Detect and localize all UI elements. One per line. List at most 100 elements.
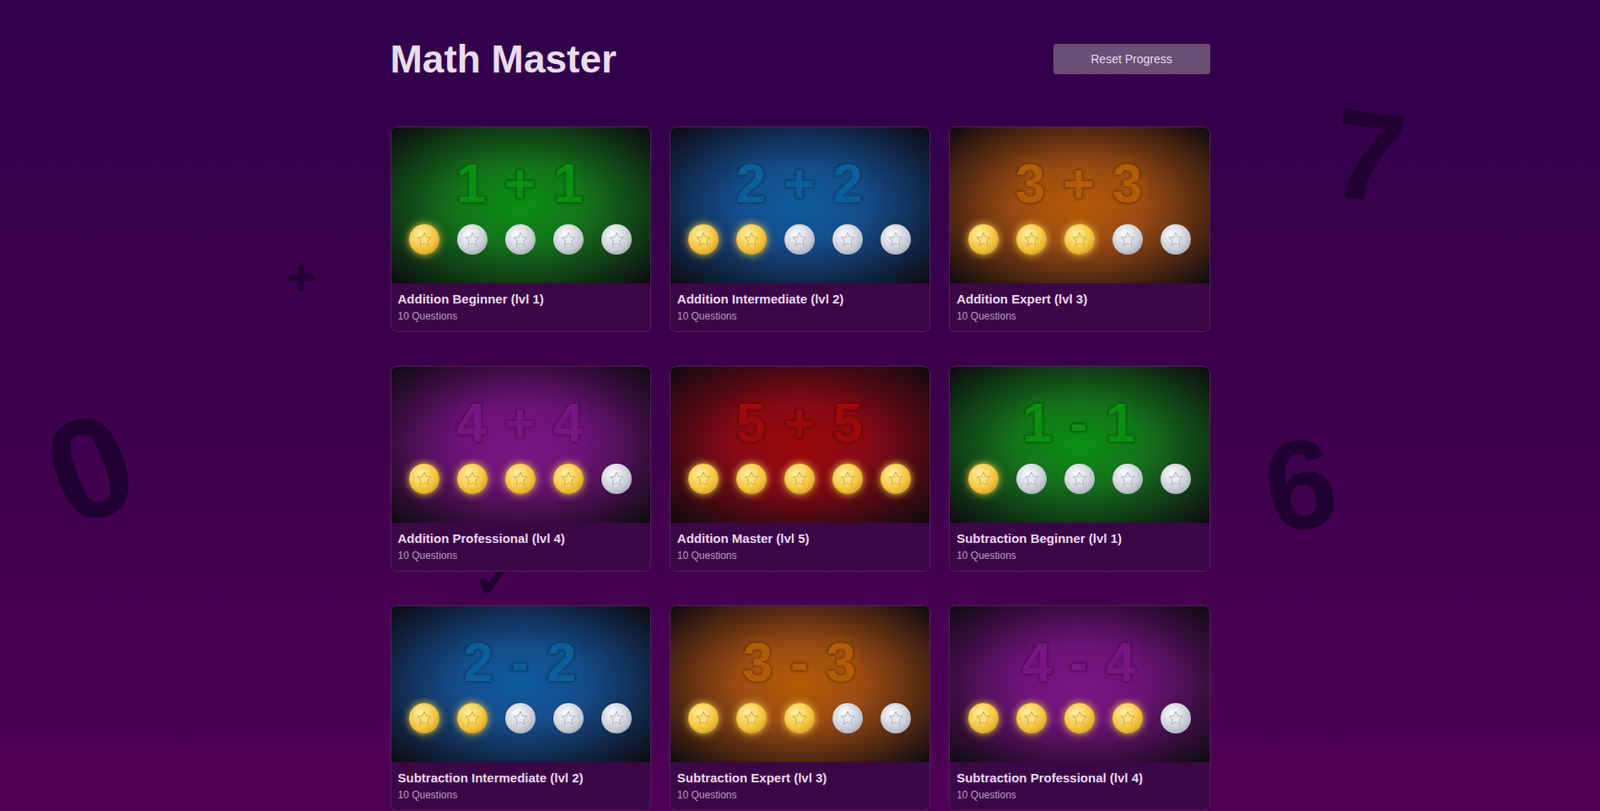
star-rating [688, 463, 911, 495]
level-expression: 3 - 3 [742, 635, 857, 690]
level-card[interactable]: 1 - 1Subtraction Beginner (lvl 1)10 Ques… [948, 366, 1210, 572]
level-preview: 2 - 2 [391, 606, 651, 763]
star-icon [975, 231, 992, 248]
star-icon [887, 470, 905, 488]
level-card[interactable]: 1 + 1 Addition Beginner (lvl 1)10 Questio… [390, 126, 652, 333]
level-subtitle: 10 Questions [956, 309, 1202, 324]
level-info: Addition Professional (lvl 4)10 Question… [391, 522, 651, 572]
level-card[interactable]: 4 + 4Addition Professional (lvl 4)10 Que… [390, 366, 652, 572]
level-title: Addition Beginner (lvl 1) [398, 290, 644, 310]
level-subtitle: 10 Questions [398, 309, 644, 324]
level-subtitle: 10 Questions [677, 549, 923, 563]
level-subtitle: 10 Questions [956, 549, 1202, 563]
level-preview: 1 - 1 [949, 366, 1209, 523]
level-card[interactable]: 5 + 5 Addition Master (lvl 5)10 Questions [669, 366, 931, 572]
filled-star-icon [1016, 703, 1047, 734]
level-expression: 2 + 2 [735, 156, 864, 211]
level-info: Subtraction Intermediate (lvl 2)10 Quest… [391, 762, 651, 811]
star-rating [968, 463, 1191, 495]
level-preview: 4 + 4 [391, 366, 651, 523]
star-icon [791, 710, 809, 728]
star-icon [1119, 470, 1137, 488]
level-title: Addition Intermediate (lvl 2) [677, 290, 923, 310]
filled-star-icon [968, 463, 999, 495]
level-card[interactable]: 4 - 4Subtraction Professional (lvl 4)10 … [948, 605, 1210, 811]
empty-star-icon [1160, 463, 1191, 495]
level-expression: 5 + 5 [735, 396, 864, 451]
star-rating [409, 463, 632, 495]
star-icon [839, 710, 857, 728]
star-icon [560, 470, 577, 488]
star-icon [791, 470, 809, 488]
app-title: Math Master [390, 30, 617, 89]
level-subtitle: 10 Questions [677, 309, 923, 324]
filled-star-icon [784, 463, 815, 495]
level-info: Addition Beginner (lvl 1)10 Questions [391, 283, 651, 332]
star-icon [839, 231, 857, 248]
level-title: Addition Master (lvl 5) [677, 529, 923, 550]
star-icon [1071, 231, 1089, 248]
filled-star-icon [457, 703, 488, 734]
level-title: Addition Expert (lvl 3) [956, 290, 1202, 310]
level-card[interactable]: 3 + 3Addition Expert (lvl 3)10 Questions [948, 126, 1210, 333]
filled-star-icon [968, 703, 999, 734]
level-preview: 3 - 3 [670, 606, 930, 763]
level-title: Subtraction Expert (lvl 3) [677, 769, 923, 789]
star-rating [409, 224, 632, 255]
level-preview: 3 + 3 [949, 127, 1209, 284]
star-icon [415, 470, 433, 488]
level-expression: 2 - 2 [463, 635, 578, 690]
filled-star-icon [1064, 224, 1095, 255]
star-rating [409, 703, 632, 734]
level-preview: 1 + 1 [391, 127, 651, 284]
reset-button[interactable]: Reset Progress [1053, 43, 1211, 75]
level-preview: 2 + 2 [670, 127, 930, 284]
empty-star-icon [457, 224, 488, 255]
empty-star-icon [1160, 224, 1191, 255]
filled-star-icon [505, 463, 536, 495]
star-icon [694, 470, 712, 488]
level-subtitle: 10 Questions [398, 788, 644, 803]
star-icon [608, 231, 625, 248]
level-title: Addition Professional (lvl 4) [398, 529, 644, 550]
star-icon [887, 231, 905, 248]
level-card[interactable]: 3 - 3 Subtraction Expert (lvl 3)10 Questi… [669, 605, 931, 811]
level-card[interactable]: 2 + 2 Addition Intermediate (lvl 2)10 Que… [669, 126, 931, 333]
level-expression: 1 - 1 [1022, 396, 1137, 451]
filled-star-icon [736, 703, 767, 734]
background-symbol: + [286, 253, 317, 304]
star-rating [968, 703, 1191, 734]
empty-star-icon [553, 703, 584, 734]
star-icon [1023, 470, 1040, 488]
star-icon [511, 710, 529, 728]
star-icon [463, 231, 481, 248]
star-rating [688, 703, 911, 734]
filled-star-icon [832, 463, 863, 495]
level-card[interactable]: 2 - 2 Subtraction Intermediate (lvl 2)10 … [390, 605, 652, 811]
filled-star-icon [736, 224, 767, 255]
star-icon [887, 710, 905, 728]
level-info: Addition Expert (lvl 3)10 Questions [949, 283, 1209, 332]
level-expression: 1 + 1 [456, 156, 585, 211]
empty-star-icon [1064, 463, 1095, 495]
level-subtitle: 10 Questions [956, 788, 1202, 803]
level-subtitle: 10 Questions [398, 549, 644, 563]
star-icon [415, 231, 433, 248]
level-title: Subtraction Professional (lvl 4) [956, 769, 1202, 789]
star-icon [743, 470, 760, 488]
app: 706+✓Math MasterReset Progress1 + 1Addit… [0, 0, 1600, 811]
empty-star-icon [553, 224, 584, 255]
filled-star-icon [1064, 703, 1095, 734]
empty-star-icon [832, 224, 863, 255]
star-icon [743, 710, 760, 728]
star-icon [1071, 710, 1089, 728]
background-symbol: 0 [28, 387, 153, 550]
star-icon [1023, 710, 1040, 728]
level-info: Addition Master (lvl 5)10 Questions [670, 522, 930, 572]
filled-star-icon [1016, 224, 1047, 255]
star-icon [1167, 710, 1185, 728]
level-subtitle: 10 Questions [677, 788, 923, 803]
level-grid: 1 + 1Addition Beginner (lvl 1)10 Questio… [390, 126, 1211, 811]
filled-star-icon [409, 463, 440, 495]
empty-star-icon [601, 224, 632, 255]
